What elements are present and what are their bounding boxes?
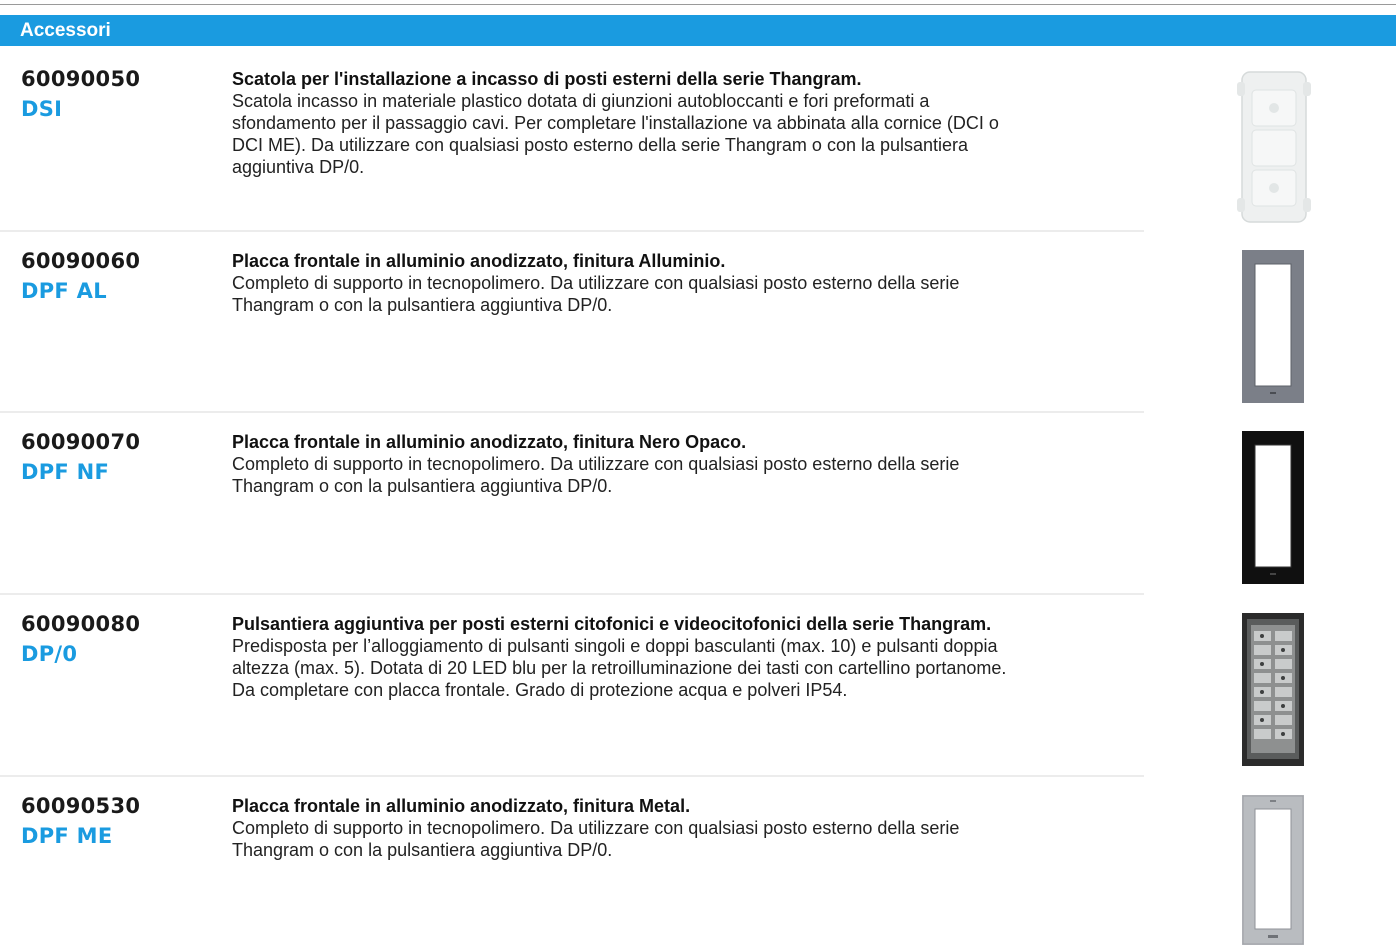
product-code: 60090530 bbox=[21, 794, 141, 818]
product-text: Pulsantiera aggiuntiva per posti esterni… bbox=[232, 613, 1012, 701]
product-title: Placca frontale in alluminio anodizzato,… bbox=[232, 251, 726, 271]
product-title: Scatola per l'installazione a incasso di… bbox=[232, 69, 862, 89]
product-code: 60090050 bbox=[21, 67, 141, 91]
product-code: 60090070 bbox=[21, 430, 141, 454]
product-description: Scatola incasso in materiale plastico do… bbox=[232, 91, 999, 177]
section-title: Accessori bbox=[20, 19, 111, 41]
product-name: DPF NF bbox=[21, 460, 110, 484]
row-divider bbox=[0, 230, 1144, 232]
product-code: 60090080 bbox=[21, 612, 141, 636]
product-title: Pulsantiera aggiuntiva per posti esterni… bbox=[232, 614, 992, 634]
aluminium-plate-image bbox=[1242, 250, 1304, 403]
product-name: DPF AL bbox=[21, 279, 107, 303]
top-rule bbox=[0, 4, 1396, 5]
product-description: Completo di supporto in tecnopolimero. D… bbox=[232, 454, 960, 496]
product-description: Predisposta per l’alloggiamento di pulsa… bbox=[232, 636, 1007, 700]
product-text: Scatola per l'installazione a incasso di… bbox=[232, 68, 1012, 178]
row-divider bbox=[0, 593, 1144, 595]
black-plate-image bbox=[1242, 431, 1304, 584]
flush-box-image bbox=[1237, 71, 1311, 223]
product-name: DP/0 bbox=[21, 642, 78, 666]
product-name: DPF ME bbox=[21, 824, 113, 848]
product-title: Placca frontale in alluminio anodizzato,… bbox=[232, 432, 747, 452]
product-text: Placca frontale in alluminio anodizzato,… bbox=[232, 795, 1012, 861]
button-module-image bbox=[1242, 613, 1304, 766]
product-title: Placca frontale in alluminio anodizzato,… bbox=[232, 796, 691, 816]
row-divider bbox=[0, 411, 1144, 413]
product-name: DSI bbox=[21, 97, 63, 121]
product-code: 60090060 bbox=[21, 249, 141, 273]
metal-plate-image bbox=[1242, 795, 1304, 945]
product-text: Placca frontale in alluminio anodizzato,… bbox=[232, 431, 1012, 497]
row-divider bbox=[0, 775, 1144, 777]
product-description: Completo di supporto in tecnopolimero. D… bbox=[232, 273, 960, 315]
product-text: Placca frontale in alluminio anodizzato,… bbox=[232, 250, 1012, 316]
product-description: Completo di supporto in tecnopolimero. D… bbox=[232, 818, 960, 860]
section-header: Accessori bbox=[0, 15, 1396, 46]
